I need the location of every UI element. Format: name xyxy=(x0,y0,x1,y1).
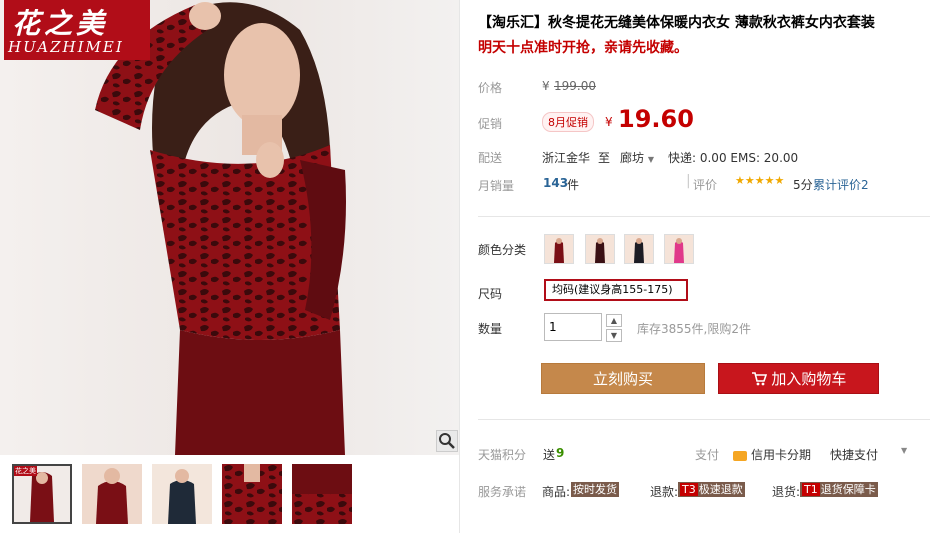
rating-label: 评价 xyxy=(693,178,718,192)
quantity-decrease-button[interactable]: ▼ xyxy=(606,329,622,342)
promo-label: 促销 xyxy=(478,117,503,131)
brand-name-cn: 花之美 xyxy=(12,7,109,40)
service-goods-label: 商品: xyxy=(542,485,571,499)
product-title: 【淘乐汇】秋冬提花无缝美体保暖内衣女 薄款秋衣裤女内衣套装 xyxy=(478,15,875,31)
return-text: 退货保障卡 xyxy=(820,483,876,496)
installment-link[interactable]: 信用卡分期 xyxy=(733,446,811,463)
price-currency: ¥ xyxy=(542,79,550,93)
color-label: 颜色分类 xyxy=(478,243,527,257)
goods-badge: 按时发货 xyxy=(571,482,619,497)
service-refund-label: 退款: xyxy=(650,485,679,499)
quantity-input[interactable] xyxy=(544,313,602,341)
price-label: 价格 xyxy=(478,81,503,95)
thumbnail-4[interactable] xyxy=(222,464,282,524)
service-label: 服务承诺 xyxy=(478,485,527,499)
thumbnail-3[interactable] xyxy=(152,464,212,524)
service-return-badge[interactable]: T1 退货保障卡 xyxy=(800,482,878,497)
points-value: 9 xyxy=(556,446,565,460)
brand-name-en: HUAZHIMEI xyxy=(8,38,124,56)
divider xyxy=(478,216,930,217)
thumbnail-5[interactable] xyxy=(292,464,352,524)
shipping-dest-select[interactable]: 廊坊 ▼ xyxy=(620,149,654,166)
service-refund-badge[interactable]: T3 极速退款 xyxy=(678,482,745,497)
service-return-label: 退货: xyxy=(772,485,801,499)
refund-badge: T3 极速退款 xyxy=(678,482,745,497)
chevron-down-icon: ▼ xyxy=(647,155,654,164)
chevron-down-icon[interactable]: ▼ xyxy=(901,446,907,455)
add-to-cart-label: 加入购物车 xyxy=(771,370,847,388)
size-option-selected[interactable]: 均码(建议身高155-175) xyxy=(544,279,688,301)
credit-card-icon xyxy=(733,450,747,461)
size-label: 尺码 xyxy=(478,287,503,301)
shipping-dest: 廊坊 xyxy=(620,151,645,165)
sales-separator: | xyxy=(686,173,691,189)
product-info: 【淘乐汇】秋冬提花无缝美体保暖内衣女 薄款秋衣裤女内衣套装 明天十点准时开抢，亲… xyxy=(460,0,930,533)
color-swatch-2[interactable] xyxy=(585,234,615,264)
thumbnail-2[interactable] xyxy=(82,464,142,524)
promo-tag: 8月促销 xyxy=(542,112,594,132)
shipping-label: 配送 xyxy=(478,151,503,165)
brand-logo: 花之美 HUAZHIMEI xyxy=(4,0,150,60)
thumbnail-caption: 花之美 xyxy=(14,466,37,476)
quantity-label: 数量 xyxy=(478,322,503,336)
product-subtitle: 明天十点准时开抢，亲请先收藏。 xyxy=(478,40,688,56)
points-label: 天猫积分 xyxy=(478,448,527,462)
model-illustration xyxy=(95,2,346,455)
return-badge: T1 退货保障卡 xyxy=(800,482,878,497)
sales-count: 143 xyxy=(543,176,569,190)
main-product-image[interactable]: 花之美 HUAZHIMEI xyxy=(0,0,460,455)
installment-label: 信用卡分期 xyxy=(751,448,812,462)
stock-text: 库存3855件,限购2件 xyxy=(637,322,751,336)
color-swatch-1[interactable] xyxy=(544,234,574,264)
cart-icon xyxy=(751,370,772,388)
color-swatch-3[interactable] xyxy=(624,234,654,264)
shipping-fee: 快递: 0.00 EMS: 20.00 xyxy=(668,151,799,165)
review-count-link[interactable]: 累计评价2 xyxy=(813,176,869,193)
sales-label: 月销量 xyxy=(478,179,515,193)
buy-now-button[interactable]: 立刻购买 xyxy=(541,363,705,394)
return-code: T1 xyxy=(802,483,820,496)
sales-unit: 件 xyxy=(567,178,580,192)
shipping-from: 浙江金华 xyxy=(542,151,591,165)
original-price: 199.00 xyxy=(554,79,596,93)
shipping-to: 至 xyxy=(598,151,611,165)
refund-code: T3 xyxy=(680,483,698,496)
refund-text: 极速退款 xyxy=(698,483,743,496)
quick-pay-label: 快捷支付 xyxy=(830,448,879,462)
zoom-icon[interactable] xyxy=(436,430,458,452)
divider xyxy=(478,419,930,420)
service-goods-badge[interactable]: 按时发货 xyxy=(571,482,619,497)
add-to-cart-button[interactable]: 加入购物车 xyxy=(718,363,879,394)
color-swatch-4[interactable] xyxy=(664,234,694,264)
promo-price: 19.60 xyxy=(618,105,694,133)
rating-score: 5分 xyxy=(793,178,813,192)
points-send: 送 xyxy=(543,448,556,462)
quantity-increase-button[interactable]: ▲ xyxy=(606,314,622,327)
pay-label: 支付 xyxy=(695,448,720,462)
thumbnail-1[interactable]: 花之美 xyxy=(12,464,72,524)
product-gallery: 花之美 HUAZHIMEI 花之美 xyxy=(0,0,460,533)
rating-stars: ★★★★★ xyxy=(735,174,785,187)
promo-currency: ¥ xyxy=(605,115,613,129)
